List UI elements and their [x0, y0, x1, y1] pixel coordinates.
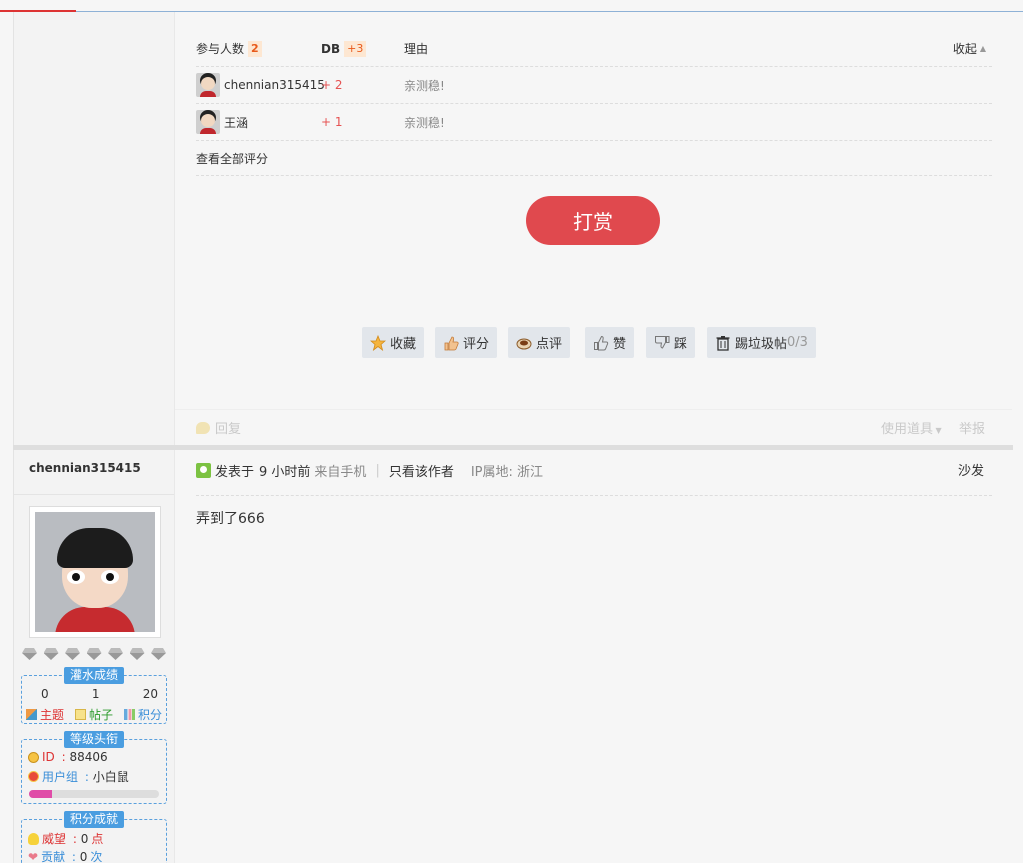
post-meta: 发表于 9 小时前 来自手机 | 只看该作者 IP属地: 浙江 — [196, 461, 543, 480]
posted-prefix: 发表于 — [215, 465, 255, 480]
rating-table: 参与人数 2 DB +3 理由 收起 ▲ chennian315415 + 2 亲… — [196, 31, 992, 176]
score-title: 积分成就 — [63, 811, 125, 828]
floor-label[interactable]: 沙发 — [958, 460, 984, 479]
posts-stat[interactable]: 帖子 — [74, 706, 113, 723]
badge-icon — [28, 751, 39, 763]
contrib-row: ❤ 贡献 : 0次 — [28, 849, 103, 863]
credits-chart-icon — [123, 709, 135, 720]
trash-post-button[interactable]: 踢垃圾帖 0/3 — [707, 327, 816, 358]
trash-icon — [715, 335, 731, 351]
group-row: 用户组 : 小白鼠 — [28, 768, 129, 785]
db-total: +3 — [344, 40, 367, 57]
use-tool-dropdown[interactable]: 使用道具 ▼ — [881, 418, 942, 437]
topics-count[interactable]: 0 — [41, 687, 49, 701]
uid-value: 88406 — [69, 750, 108, 764]
dislike-button[interactable]: 踩 — [646, 327, 696, 358]
ip-location: IP属地: 浙江 — [470, 465, 544, 480]
favorite-button[interactable]: 收藏 — [362, 327, 425, 358]
rater-name[interactable]: chennian315415 — [224, 78, 325, 92]
thumbs-up-color-icon — [443, 335, 459, 351]
trash-count: 0/3 — [787, 335, 808, 350]
reply-icon — [196, 421, 210, 434]
author-separator — [14, 494, 174, 495]
diamond-icon — [108, 648, 123, 660]
meta-divider — [196, 495, 992, 496]
prestige-row: 威望 : 0点 — [28, 830, 103, 847]
post-content: 弄到了666 — [196, 511, 265, 527]
topics-stat[interactable]: 主题 — [26, 706, 64, 723]
rater-score: + 1 — [321, 115, 343, 129]
rater-avatar[interactable] — [196, 110, 220, 134]
rating-header: 参与人数 2 DB +3 理由 收起 ▲ — [196, 31, 992, 67]
lightbulb-icon — [28, 832, 39, 845]
rating-row: 王涵 + 1 亲测稳! — [196, 104, 992, 141]
collapse-button[interactable]: 收起 ▲ — [953, 31, 986, 66]
star-icon — [369, 334, 387, 351]
rater-score: + 2 — [321, 78, 343, 92]
rater-reason: 亲测稳! — [404, 78, 445, 93]
view-all-ratings-link[interactable]: 查看全部评分 — [196, 141, 268, 175]
diamond-icon — [130, 648, 145, 660]
thumbs-down-icon — [654, 335, 670, 351]
only-author-link[interactable]: 只看该作者 — [389, 461, 454, 480]
db-label: DB — [321, 41, 341, 56]
posts-count[interactable]: 1 — [92, 687, 100, 701]
rater-avatar[interactable] — [196, 73, 220, 97]
level-progress-bar — [29, 790, 159, 798]
post-source[interactable]: 来自手机 — [314, 461, 366, 480]
level-progress-fill — [29, 790, 53, 798]
rating-row: chennian315415 + 2 亲测稳! — [196, 67, 992, 104]
diamond-icon — [151, 648, 166, 660]
report-link[interactable]: 举报 — [959, 418, 985, 437]
rate-button[interactable]: 评分 — [435, 327, 498, 358]
author-name[interactable]: chennian315415 — [29, 461, 141, 475]
rank-gems — [22, 648, 166, 660]
participants-count: 2 — [248, 40, 262, 57]
diamond-icon — [87, 648, 102, 660]
diamond-icon — [22, 648, 37, 660]
group-value[interactable]: 小白鼠 — [93, 768, 129, 785]
chevron-down-icon: ▼ — [933, 426, 942, 435]
comment-button[interactable]: 点评 — [508, 327, 571, 358]
level-title: 等级头衔 — [63, 731, 125, 748]
medal-icon — [28, 771, 39, 782]
credits-count[interactable]: 20 — [143, 687, 158, 701]
like-button[interactable]: 赞 — [585, 327, 635, 358]
diamond-icon — [65, 648, 80, 660]
participants-label: 参与人数 — [196, 42, 245, 56]
heart-icon: ❤ — [28, 849, 39, 863]
level-box: 等级头衔 ID : 88406 用户组 : 小白鼠 — [21, 731, 167, 804]
caret-up-icon: ▲ — [979, 44, 986, 53]
top-border — [0, 0, 1023, 12]
thumbs-up-icon — [593, 335, 609, 351]
reply-button[interactable]: 回复 — [196, 418, 241, 437]
post1-author-column — [13, 12, 175, 446]
water-stats-title: 灌水成绩 — [63, 667, 125, 684]
water-stats-box: 灌水成绩 0 1 20 主题 帖子 积分 — [21, 667, 167, 724]
avatar-image — [35, 512, 155, 632]
score-box: 积分成就 威望 : 0点 ❤ 贡献 : 0次 — [21, 811, 167, 863]
post-time: 9 小时前 — [259, 465, 311, 480]
posts-icon — [74, 709, 86, 720]
view-all-row: 查看全部评分 — [196, 141, 992, 176]
credits-stat[interactable]: 积分 — [123, 706, 162, 723]
avatar[interactable] — [29, 506, 161, 638]
reason-label: 理由 — [404, 42, 429, 56]
topics-icon — [26, 709, 37, 720]
online-user-icon — [196, 463, 211, 478]
rater-reason: 亲测稳! — [404, 115, 445, 130]
diamond-icon — [44, 648, 59, 660]
meta-separator: | — [375, 463, 380, 478]
reward-button[interactable]: 打赏 — [526, 196, 660, 245]
uid-row: ID : 88406 — [28, 750, 108, 764]
coffee-cup-icon — [516, 335, 532, 351]
rater-name[interactable]: 王涵 — [224, 114, 248, 131]
